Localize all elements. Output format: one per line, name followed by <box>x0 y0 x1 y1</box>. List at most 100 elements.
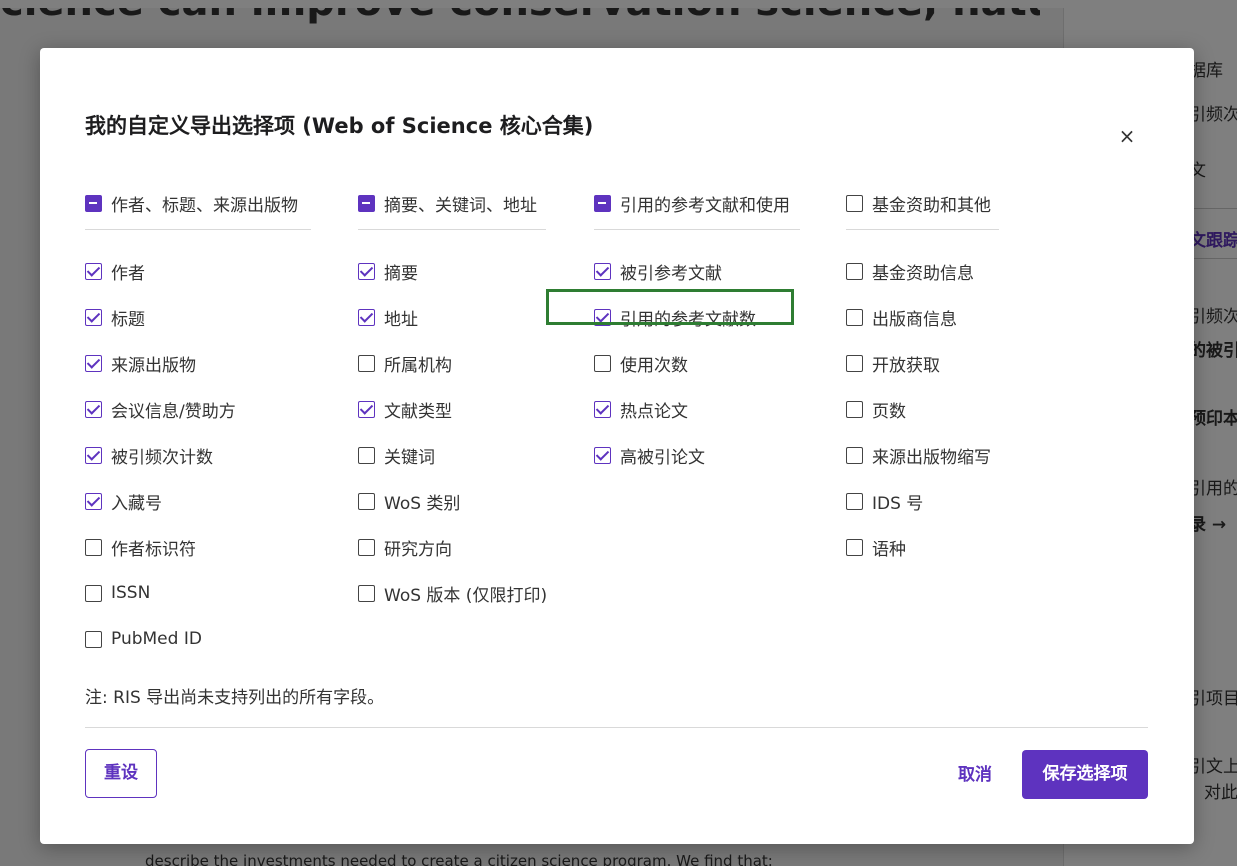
option-label: 地址 <box>384 309 418 330</box>
checkbox-unchecked-icon[interactable] <box>846 538 863 556</box>
checkbox-partial-icon[interactable] <box>594 194 611 212</box>
checkbox-unchecked-icon[interactable] <box>846 492 863 510</box>
checkbox-checked-icon[interactable] <box>85 492 102 510</box>
checkbox-icon[interactable] <box>846 194 863 212</box>
checkbox-unchecked-icon[interactable] <box>846 354 863 372</box>
option-label: 开放获取 <box>872 355 940 376</box>
option-label: 关键词 <box>384 447 435 468</box>
column-cited-references-usage: 引用的参考文献和使用 被引参考文献 引用的参考文献数 使用次数 热点论文 高被引论文 <box>594 186 800 478</box>
checkbox-checked-icon[interactable] <box>594 400 611 418</box>
checkbox-checked-icon[interactable] <box>85 446 102 464</box>
checkbox-unchecked-icon[interactable] <box>358 354 375 372</box>
option-row[interactable]: 作者标识符 <box>85 524 311 570</box>
checkbox-unchecked-icon[interactable] <box>846 308 863 326</box>
option-row[interactable]: 所属机构 <box>358 340 546 386</box>
option-row[interactable]: 出版商信息 <box>846 294 999 340</box>
option-row[interactable]: 被引频次计数 <box>85 432 311 478</box>
save-selection-button[interactable]: 保存选择项 <box>1022 750 1148 799</box>
option-row[interactable]: 来源出版物缩写 <box>846 432 999 478</box>
checkbox-checked-icon[interactable] <box>85 354 102 372</box>
option-label: 所属机构 <box>384 355 452 376</box>
column-header-label: 引用的参考文献和使用 <box>620 195 790 216</box>
checkbox-unchecked-icon[interactable] <box>358 538 375 556</box>
option-row[interactable]: 关键词 <box>358 432 546 478</box>
option-label: 标题 <box>111 309 145 330</box>
highlight-box <box>546 289 794 325</box>
option-row[interactable]: 被引参考文献 <box>594 248 800 294</box>
checkbox-unchecked-icon[interactable] <box>846 446 863 464</box>
checkbox-partial-icon[interactable] <box>358 194 375 212</box>
option-row[interactable]: 语种 <box>846 524 999 570</box>
option-label: 作者标识符 <box>111 539 196 560</box>
option-label: ISSN <box>111 583 151 603</box>
checkbox-checked-icon[interactable] <box>85 262 102 280</box>
option-label: 被引频次计数 <box>111 447 213 468</box>
footer-divider <box>85 727 1148 728</box>
option-row[interactable]: 地址 <box>358 294 546 340</box>
cancel-button[interactable]: 取消 <box>958 760 992 785</box>
option-row[interactable]: 热点论文 <box>594 386 800 432</box>
dialog-title: 我的自定义导出选择项 (Web of Science 核心合集) <box>85 114 594 138</box>
checkbox-checked-icon[interactable] <box>85 400 102 418</box>
option-row[interactable]: WoS 类别 <box>358 478 546 524</box>
option-label: 热点论文 <box>620 401 688 422</box>
option-label: 基金资助信息 <box>872 263 974 284</box>
option-row[interactable]: 开放获取 <box>846 340 999 386</box>
option-row[interactable]: IDS 号 <box>846 478 999 524</box>
checkbox-checked-icon[interactable] <box>358 400 375 418</box>
option-row[interactable]: 页数 <box>846 386 999 432</box>
checkbox-unchecked-icon[interactable] <box>594 354 611 372</box>
column-author-title-source: 作者、标题、来源出版物作者标题来源出版物会议信息/赞助方被引频次计数入藏号作者标… <box>85 186 311 662</box>
column-header-checkbox[interactable]: 摘要、关键词、地址 <box>358 186 546 220</box>
checkbox-unchecked-icon[interactable] <box>846 400 863 418</box>
option-row[interactable]: 高被引论文 <box>594 432 800 478</box>
checkbox-checked-icon[interactable] <box>85 308 102 326</box>
option-row[interactable]: WoS 版本 (仅限打印) <box>358 570 547 616</box>
reset-button[interactable]: 重设 <box>85 749 157 798</box>
option-label: 来源出版物 <box>111 355 196 376</box>
option-row[interactable]: PubMed ID <box>85 616 311 662</box>
checkbox-unchecked-icon[interactable] <box>85 630 102 648</box>
option-label: 作者 <box>111 263 145 284</box>
column-divider <box>846 229 999 230</box>
column-header-checkbox[interactable]: 基金资助和其他 <box>846 186 999 220</box>
column-divider <box>594 229 800 230</box>
option-row[interactable]: 来源出版物 <box>85 340 311 386</box>
column-header-label: 摘要、关键词、地址 <box>384 195 537 216</box>
option-row[interactable]: 研究方向 <box>358 524 546 570</box>
checkbox-partial-icon[interactable] <box>85 194 102 212</box>
checkbox-unchecked-icon[interactable] <box>358 446 375 464</box>
option-row[interactable]: 入藏号 <box>85 478 311 524</box>
checkbox-checked-icon[interactable] <box>594 262 611 280</box>
option-row[interactable]: 摘要 <box>358 248 546 294</box>
checkbox-checked-icon[interactable] <box>358 308 375 326</box>
option-row[interactable]: 会议信息/赞助方 <box>85 386 311 432</box>
option-row[interactable]: 文献类型 <box>358 386 546 432</box>
option-label: PubMed ID <box>111 629 202 649</box>
option-label: 研究方向 <box>384 539 452 560</box>
option-row[interactable]: 基金资助信息 <box>846 248 999 294</box>
option-label: 页数 <box>872 401 906 422</box>
checkbox-unchecked-icon[interactable] <box>846 262 863 280</box>
close-icon[interactable]: × <box>1115 124 1139 148</box>
option-label: 高被引论文 <box>620 447 705 468</box>
option-label: WoS 类别 <box>384 493 461 514</box>
column-header-checkbox[interactable]: 作者、标题、来源出版物 <box>85 186 311 220</box>
checkbox-unchecked-icon[interactable] <box>358 492 375 510</box>
checkbox-unchecked-icon[interactable] <box>85 538 102 556</box>
checkbox-checked-icon[interactable] <box>358 262 375 280</box>
checkbox-checked-icon[interactable] <box>594 446 611 464</box>
column-header-checkbox[interactable]: 引用的参考文献和使用 <box>594 186 800 220</box>
option-row[interactable]: 作者 <box>85 248 311 294</box>
option-label: 文献类型 <box>384 401 452 422</box>
option-label: 摘要 <box>384 263 418 284</box>
checkbox-unchecked-icon[interactable] <box>358 584 375 602</box>
option-label: 被引参考文献 <box>620 263 722 284</box>
option-row[interactable]: ISSN <box>85 570 311 616</box>
option-label: 出版商信息 <box>872 309 957 330</box>
column-abstract-keywords-address: 摘要、关键词、地址 摘要地址所属机构文献类型关键词 WoS 类别 研究方向 WoS 版本… <box>358 186 547 616</box>
option-row[interactable]: 使用次数 <box>594 340 800 386</box>
checkbox-unchecked-icon[interactable] <box>85 584 102 602</box>
column-funding-other: 基金资助和其他基金资助信息 出版商信息开放获取页数来源出版物缩写 IDS 号语种 <box>846 186 999 570</box>
option-row[interactable]: 标题 <box>85 294 311 340</box>
